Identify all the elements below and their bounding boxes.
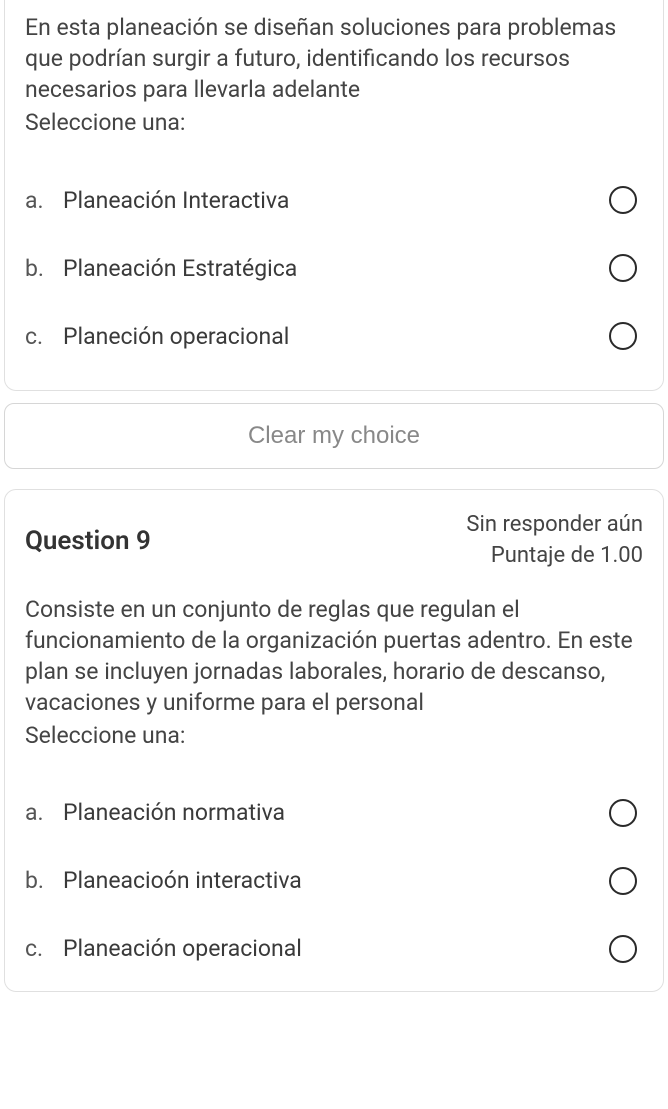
option-left: c. Planeación operacional	[25, 935, 302, 962]
radio-icon[interactable]	[609, 935, 637, 963]
option-letter: c.	[25, 323, 63, 350]
option-letter: b.	[25, 255, 63, 282]
question-9-option-c[interactable]: c. Planeación operacional	[25, 915, 643, 971]
question-8-body: En esta planeación se diseñan soluciones…	[5, 0, 663, 390]
option-label: Planeción operacional	[63, 323, 289, 350]
question-9-body: Consiste en un conjunto de reglas que re…	[5, 582, 663, 991]
option-left: a. Planeación normativa	[25, 799, 285, 826]
option-left: c. Planeción operacional	[25, 323, 289, 350]
status-unanswered: Sin responder aún	[466, 510, 643, 541]
question-9-option-a[interactable]: a. Planeación normativa	[25, 779, 643, 847]
option-letter: c.	[25, 935, 63, 962]
option-label: Planeación Interactiva	[63, 187, 289, 214]
option-label: Planeación normativa	[63, 799, 285, 826]
radio-icon[interactable]	[609, 799, 637, 827]
status-score: Puntaje de 1.00	[466, 541, 643, 572]
option-label: Planeación Estratégica	[63, 255, 297, 282]
radio-icon[interactable]	[609, 867, 637, 895]
clear-my-choice-button[interactable]: Clear my choice	[4, 403, 664, 469]
option-left: a. Planeación Interactiva	[25, 187, 289, 214]
option-label: Planeación operacional	[63, 935, 302, 962]
radio-icon[interactable]	[609, 186, 637, 214]
question-8-option-a[interactable]: a. Planeación Interactiva	[25, 166, 643, 234]
question-8-block: En esta planeación se diseñan soluciones…	[4, 0, 664, 391]
option-left: b. Planeación Estratégica	[25, 255, 297, 282]
question-9-prompt: Consiste en un conjunto de reglas que re…	[25, 594, 643, 718]
option-letter: b.	[25, 867, 63, 894]
radio-icon[interactable]	[609, 254, 637, 282]
question-8-prompt: En esta planeación se diseñan soluciones…	[25, 12, 643, 105]
option-label: Planeacioón interactiva	[63, 867, 302, 894]
question-9-block: Question 9 Sin responder aún Puntaje de …	[4, 489, 664, 992]
option-letter: a.	[25, 799, 63, 826]
question-9-status: Sin responder aún Puntaje de 1.00	[466, 510, 643, 572]
question-8-select-one: Seleccione una:	[25, 109, 643, 136]
question-9-option-b[interactable]: b. Planeacioón interactiva	[25, 847, 643, 915]
question-9-header: Question 9 Sin responder aún Puntaje de …	[5, 490, 663, 582]
radio-icon[interactable]	[609, 322, 637, 350]
option-letter: a.	[25, 187, 63, 214]
question-8-option-c[interactable]: c. Planeción operacional	[25, 302, 643, 370]
option-left: b. Planeacioón interactiva	[25, 867, 302, 894]
question-9-title: Question 9	[25, 526, 151, 556]
question-8-option-b[interactable]: b. Planeación Estratégica	[25, 234, 643, 302]
question-9-select-one: Seleccione una:	[25, 722, 643, 749]
